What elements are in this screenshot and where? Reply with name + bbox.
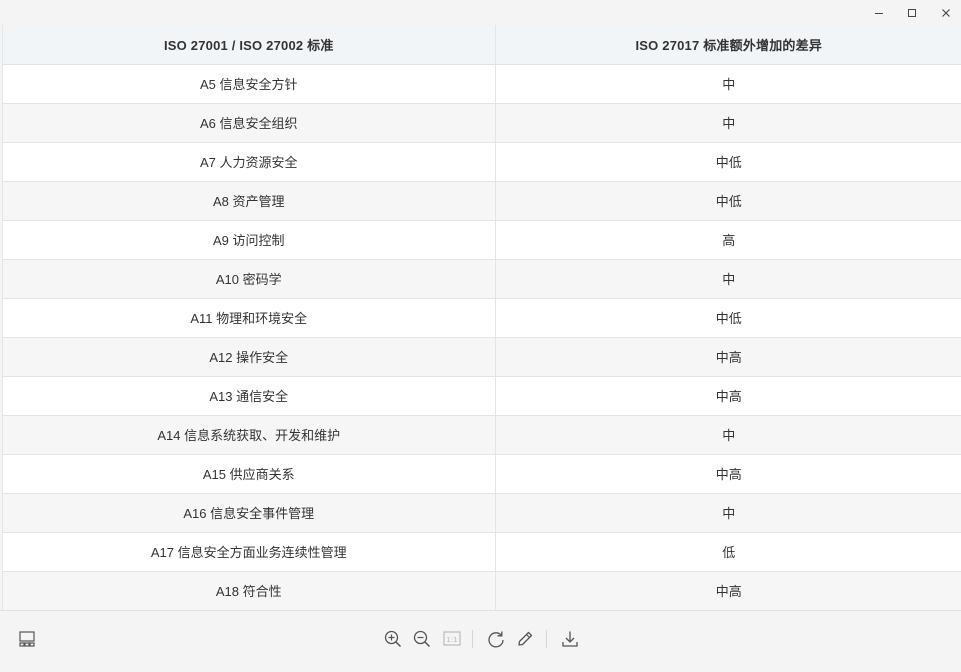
ratio-label: 1:1: [446, 636, 457, 644]
control-domain-cell: A9 访问控制: [3, 220, 496, 260]
difference-level-cell: 中低: [495, 298, 961, 338]
control-domain-cell: A8 资产管理: [3, 181, 496, 221]
control-domain-cell: A12 操作安全: [3, 337, 496, 377]
control-domain-cell: A17 信息安全方面业务连续性管理: [3, 532, 496, 572]
viewer-toolbar: 1:1: [0, 610, 961, 672]
minimize-button[interactable]: [862, 0, 896, 25]
difference-level-cell: 中高: [495, 454, 961, 494]
difference-level-cell: 低: [495, 532, 961, 572]
edit-button[interactable]: [513, 627, 537, 651]
table-row: A13 通信安全 中高: [3, 376, 961, 416]
table-row: A15 供应商关系 中高: [3, 454, 961, 494]
table-row: A7 人力资源安全 中低: [3, 142, 961, 182]
control-domain-cell: A13 通信安全: [3, 376, 496, 416]
close-button[interactable]: [929, 0, 961, 25]
toolbar-divider: [546, 630, 547, 648]
zoom-out-button[interactable]: [410, 627, 434, 651]
control-domain-cell: A14 信息系统获取、开发和维护: [3, 415, 496, 455]
download-icon: [562, 631, 578, 647]
layout-button[interactable]: [15, 627, 39, 651]
difference-level-cell: 中低: [495, 142, 961, 182]
table-row: A10 密码学中: [3, 259, 961, 299]
control-domain-cell: A10 密码学: [3, 259, 496, 299]
column-header-iso27017: ISO 27017 标准额外增加的差异: [495, 25, 961, 65]
pencil-icon: [518, 631, 533, 646]
control-domain-cell: A6 信息安全组织: [3, 103, 496, 143]
actual-size-button[interactable]: 1:1: [440, 627, 464, 651]
rotate-icon: [488, 631, 504, 648]
difference-level-cell: 中: [495, 103, 961, 143]
zoom-in-button[interactable]: [381, 627, 405, 651]
download-button[interactable]: [558, 627, 582, 651]
table-row: A5 信息安全方针中: [3, 64, 961, 104]
title-bar: [0, 0, 961, 25]
table-row: A17 信息安全方面业务连续性管理低: [3, 532, 961, 572]
table-row: A9 访问控制高: [3, 220, 961, 260]
control-domain-cell: A11 物理和环境安全: [3, 298, 496, 338]
close-icon: [942, 8, 950, 17]
difference-level-cell: 中高: [495, 337, 961, 377]
column-header-iso27001: ISO 27001 / ISO 27002 标准: [3, 25, 496, 65]
table-row: A12 操作安全 中高: [3, 337, 961, 377]
control-domain-cell: A5 信息安全方针: [3, 64, 496, 104]
toolbar-divider: [472, 630, 473, 648]
difference-level-cell: 高: [495, 220, 961, 260]
table-row: A11 物理和环境安全 中低: [3, 298, 961, 338]
control-domain-cell: A15 供应商关系: [3, 454, 496, 494]
table-row: A8 资产管理 中低: [3, 181, 961, 221]
table-row: A14 信息系统获取、开发和维护中: [3, 415, 961, 455]
difference-level-cell: 中: [495, 415, 961, 455]
control-domain-cell: A16 信息安全事件管理: [3, 493, 496, 533]
table-row: A6 信息安全组织中: [3, 103, 961, 143]
actual-size-icon: 1:1: [443, 631, 461, 646]
difference-level-cell: 中: [495, 493, 961, 533]
difference-level-cell: 中低: [495, 181, 961, 221]
difference-level-cell: 中: [495, 64, 961, 104]
minimize-icon: [875, 12, 883, 14]
table-container: ISO 27001 / ISO 27002 标准 ISO 27017 标准额外增…: [2, 25, 961, 610]
maximize-button[interactable]: [895, 0, 929, 25]
comparison-table: ISO 27001 / ISO 27002 标准 ISO 27017 标准额外增…: [3, 25, 961, 610]
maximize-icon: [908, 8, 916, 17]
table-header-row: ISO 27001 / ISO 27002 标准 ISO 27017 标准额外增…: [3, 25, 961, 65]
difference-level-cell: 中: [495, 259, 961, 299]
panel-layout-icon: [19, 631, 35, 647]
zoom-in-icon: [384, 630, 402, 648]
table-row: A16 信息安全事件管理中: [3, 493, 961, 533]
control-domain-cell: A18 符合性: [3, 571, 496, 610]
table-row: A18 符合性 中高: [3, 571, 961, 610]
control-domain-cell: A7 人力资源安全: [3, 142, 496, 182]
rotate-button[interactable]: [484, 627, 508, 651]
zoom-out-icon: [413, 630, 431, 648]
difference-level-cell: 中高: [495, 571, 961, 610]
difference-level-cell: 中高: [495, 376, 961, 416]
